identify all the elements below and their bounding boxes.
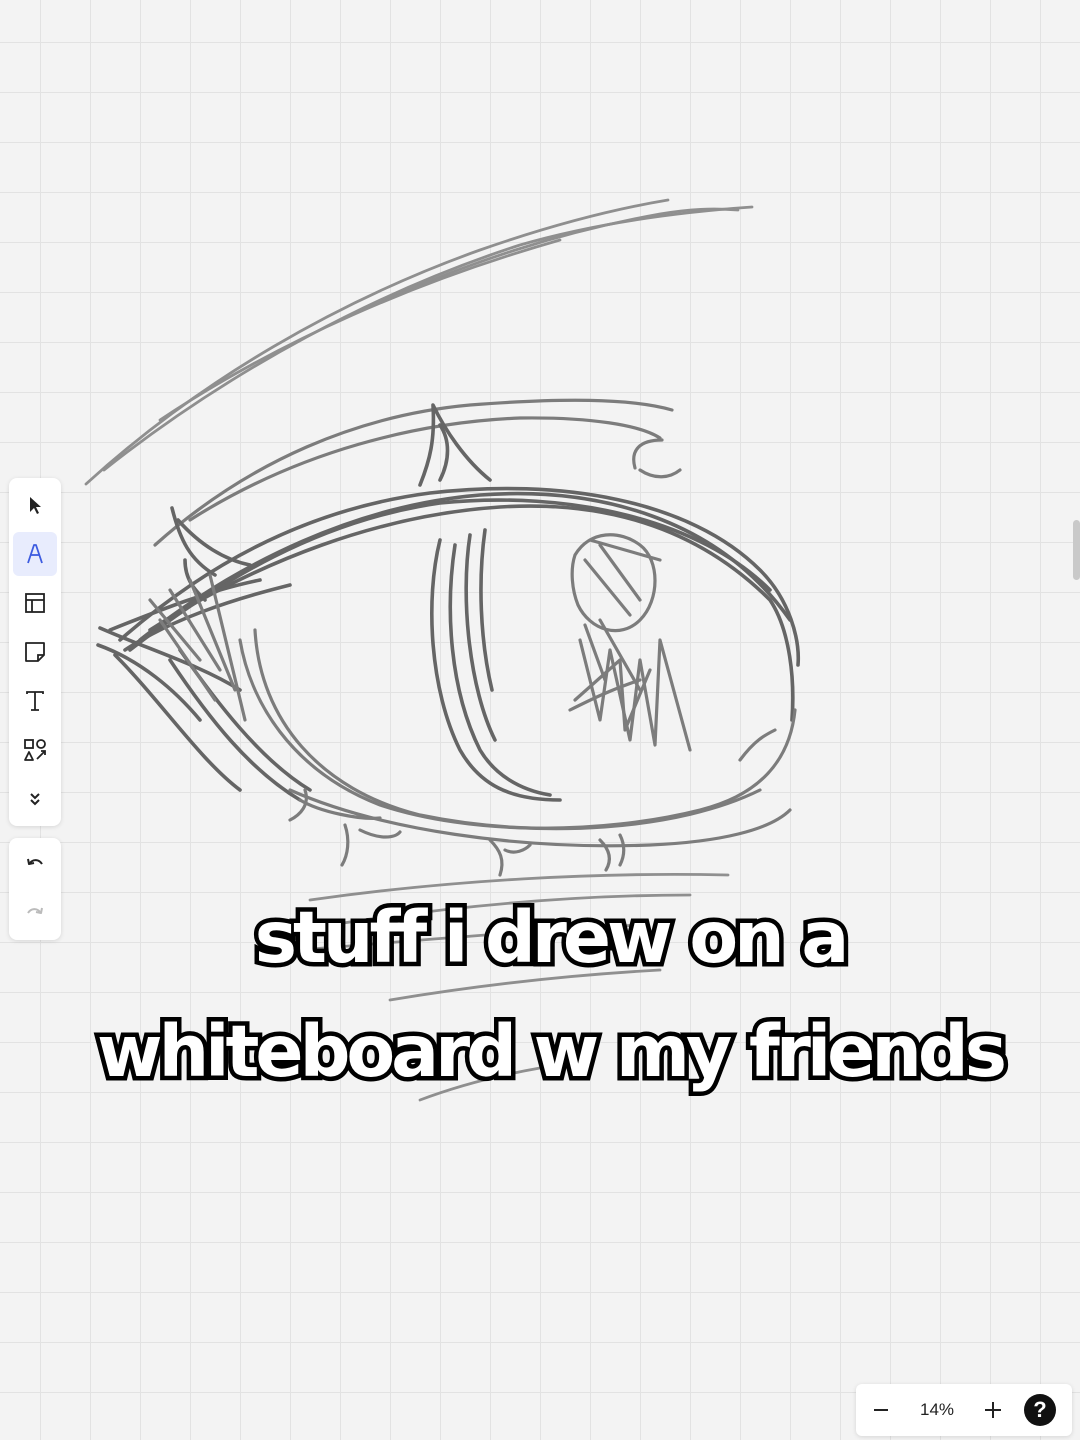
layout-frame-icon	[25, 593, 45, 613]
minus-icon	[874, 1409, 888, 1411]
tools-toolbar	[9, 478, 61, 826]
plus-icon	[985, 1402, 1001, 1418]
eye-sketch-drawing	[84, 198, 801, 1102]
zoom-in-button[interactable]	[968, 1384, 1018, 1436]
sticky-note-tool-button[interactable]	[13, 630, 57, 674]
text-icon	[26, 691, 44, 711]
zoom-level[interactable]: 14%	[906, 1400, 968, 1420]
caption-line-2: whiteboard w my friends	[93, 1010, 1012, 1093]
select-tool-button[interactable]	[13, 483, 57, 527]
more-tools-button[interactable]	[13, 777, 57, 821]
undo-button[interactable]	[13, 843, 57, 887]
sticky-note-icon	[25, 642, 45, 662]
undo-icon	[27, 858, 43, 865]
cursor-arrow-icon	[30, 497, 41, 514]
chevrons-down-icon	[30, 793, 40, 806]
frame-tool-button[interactable]	[13, 581, 57, 625]
text-tool-button[interactable]	[13, 679, 57, 723]
zoom-out-button[interactable]	[856, 1384, 906, 1436]
help-button[interactable]: ?	[1024, 1394, 1056, 1426]
pen-tool-button[interactable]	[13, 532, 57, 576]
shapes-icon	[24, 739, 46, 761]
zoom-controls: 14% ?	[856, 1384, 1072, 1436]
caption-line-1: stuff i drew on a	[250, 896, 854, 979]
vertical-scrollbar-thumb[interactable]	[1073, 520, 1080, 580]
shapes-tool-button[interactable]	[13, 728, 57, 772]
pen-icon	[27, 544, 43, 564]
whiteboard-canvas[interactable]: stuff i drew on a whiteboard w my friend…	[0, 0, 1080, 1440]
